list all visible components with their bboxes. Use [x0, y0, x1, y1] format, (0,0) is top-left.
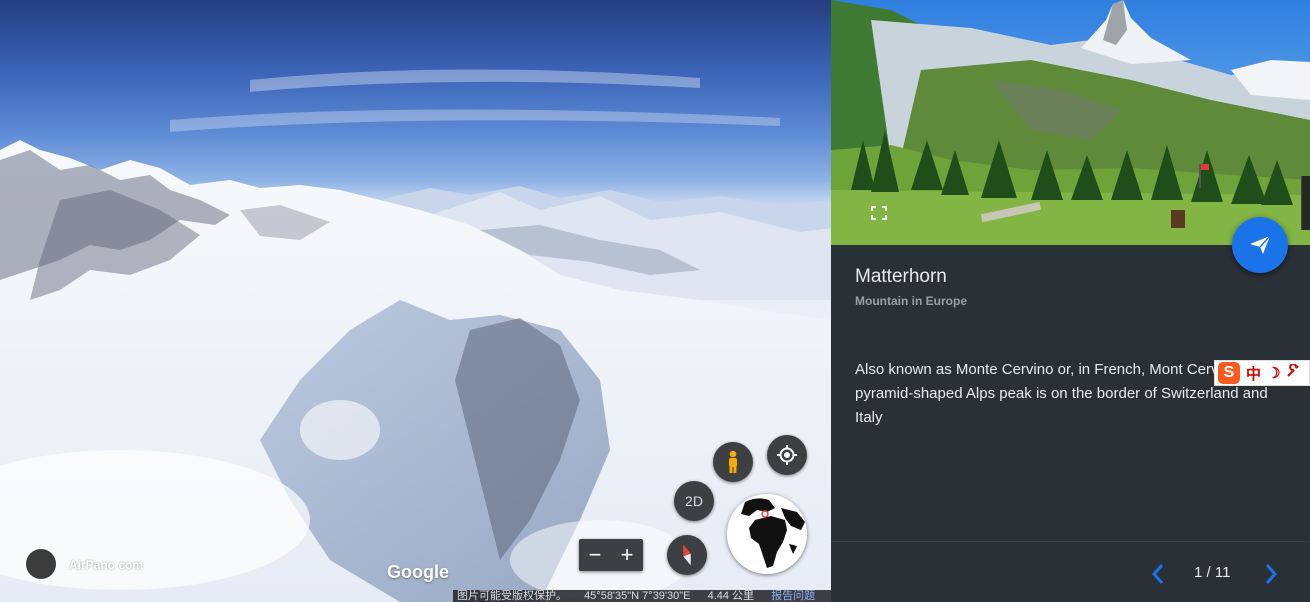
report-problem-link[interactable]: 报告问题 [771, 590, 815, 602]
pegman-icon[interactable] [713, 442, 753, 482]
card-divider [831, 541, 1310, 542]
airpano-logo-icon [26, 549, 56, 579]
copyright-notice: 图片可能受版权保护。 [457, 590, 567, 602]
compass-icon[interactable] [667, 535, 707, 575]
globe-icon[interactable] [727, 494, 807, 574]
sogou-logo-icon[interactable]: S [1218, 362, 1240, 384]
google-earth-window: 2D − + AirPano com Google 图片可能受版权保护。 45°… [0, 0, 1310, 602]
zoom-out-button[interactable]: − [579, 539, 611, 571]
earth-3d-viewport[interactable]: 2D − + AirPano com Google 图片可能受版权保护。 45°… [0, 0, 831, 602]
status-bar: 图片可能受版权保护。 45°58'35"N 7°39'30"E 4.44 公里 … [453, 590, 831, 602]
matterhorn-photo [831, 0, 1310, 245]
zoom-control: − + [579, 539, 643, 571]
share-icon[interactable] [1232, 217, 1288, 273]
scale-readout: 4.44 公里 [707, 590, 755, 602]
2d-toggle-label: 2D [685, 493, 703, 509]
2d-toggle-button[interactable]: 2D [674, 481, 714, 521]
chevron-right-icon[interactable] [1260, 562, 1282, 586]
wrench-icon[interactable] [1286, 363, 1300, 382]
ime-toolbar[interactable]: S 中 ☽ [1214, 360, 1310, 386]
coordinates-readout: 45°58'35"N 7°39'30"E [584, 590, 691, 602]
expand-icon[interactable] [871, 206, 887, 220]
place-subtitle: Mountain in Europe [855, 294, 967, 308]
knowledge-card: Matterhorn Mountain in Europe Also known… [831, 0, 1310, 602]
place-photo[interactable] [831, 0, 1310, 245]
moon-icon[interactable]: ☽ [1267, 364, 1280, 382]
place-title: Matterhorn [855, 266, 947, 287]
pager-count: 1 / 11 [1194, 564, 1231, 581]
google-logo: Google [387, 562, 449, 582]
zoom-in-button[interactable]: + [611, 539, 643, 571]
imagery-attribution: AirPano com [69, 558, 144, 572]
my-location-icon[interactable] [767, 435, 807, 475]
chevron-left-icon[interactable] [1147, 562, 1169, 586]
ime-mode-toggle[interactable]: 中 [1246, 363, 1261, 384]
panel-edge-strip [1301, 176, 1310, 230]
